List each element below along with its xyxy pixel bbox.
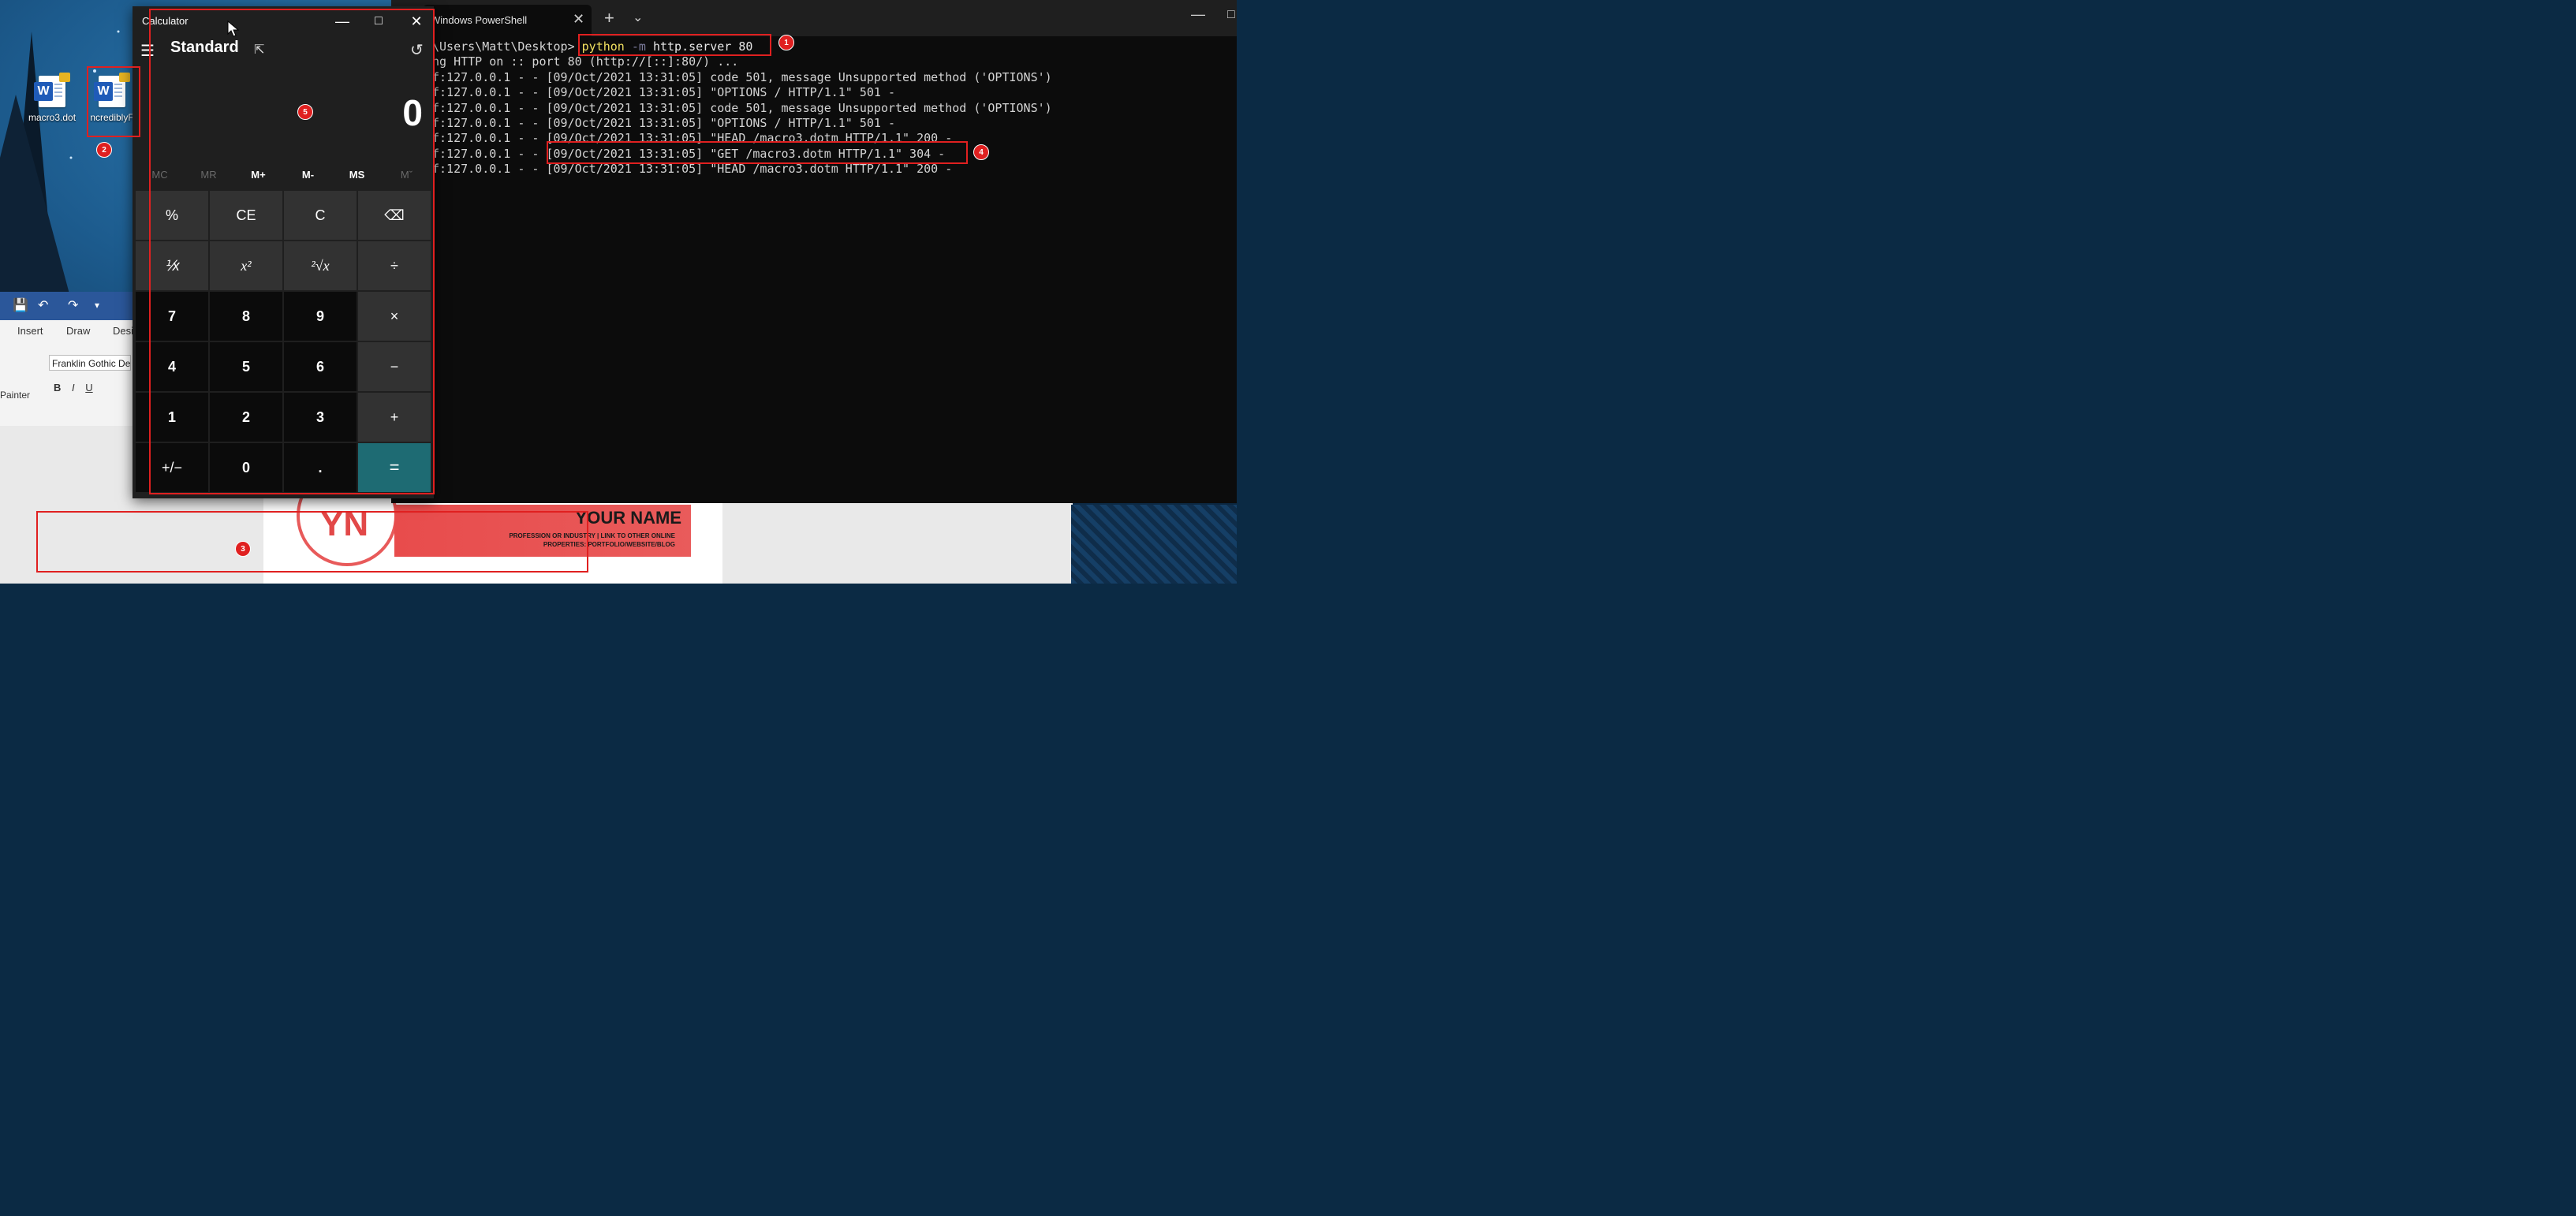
resume-name: YOUR NAME	[575, 508, 681, 528]
customize-qat-icon[interactable]: ▾	[95, 300, 99, 311]
underline-button[interactable]: U	[85, 382, 92, 394]
bold-button[interactable]: B	[54, 382, 61, 394]
annotation-badge: 1	[778, 35, 794, 50]
powershell-window: Windows PowerShell ✕ + ⌄ — □ \Users\Matt…	[391, 0, 1237, 503]
annotation-box-get-request	[547, 141, 968, 164]
output-line: f:127.0.0.1 - - [09/Oct/2021 13:31:05] c…	[432, 69, 1052, 84]
redo-icon[interactable]: ↷	[68, 297, 78, 313]
format-painter-label[interactable]: Painter	[0, 390, 30, 401]
terminal-tab-bar: Windows PowerShell ✕ + ⌄ — □	[391, 0, 1237, 36]
italic-button[interactable]: I	[72, 382, 75, 394]
desktop-icon-label: macro3.dotm	[28, 112, 76, 123]
save-icon[interactable]: 💾	[13, 297, 28, 313]
word-window: 💾 ↶ ↷ ▾ Insert Draw Desi Franklin Gothic…	[0, 292, 134, 426]
terminal-tab[interactable]: Windows PowerShell ✕	[423, 5, 592, 36]
desktop-icon-macro3[interactable]: W macro3.dotm	[28, 73, 76, 123]
annotation-badge: 4	[973, 144, 989, 160]
annotation-badge: 2	[96, 142, 112, 158]
output-line: f:127.0.0.1 - - [09/Oct/2021 13:31:05] c…	[432, 100, 1052, 115]
output-line: f:127.0.0.1 - - [09/Oct/2021 13:31:05] "…	[432, 85, 895, 100]
undo-icon[interactable]: ↶	[38, 297, 48, 313]
format-buttons: B I U	[54, 382, 101, 394]
font-name-input[interactable]: Franklin Gothic Dе	[49, 355, 131, 371]
background-photo	[1071, 505, 1237, 584]
prompt: \Users\Matt\Desktop>	[432, 39, 582, 54]
lock-icon	[59, 73, 70, 82]
annotation-badge: 5	[297, 104, 313, 120]
output-line: ng HTTP on :: port 80 (http://[::]:80/) …	[432, 54, 739, 69]
tree-silhouette	[0, 30, 120, 300]
maximize-icon[interactable]: □	[1227, 8, 1235, 22]
output-line: f:127.0.0.1 - - [09/Oct/2021 13:31:05] "…	[432, 162, 953, 177]
word-quick-access-toolbar: 💾 ↶ ↷ ▾	[0, 292, 134, 320]
annotation-box-command	[578, 34, 771, 56]
output-line: f:127.0.0.1 - - [09/Oct/2021 13:31:05] "…	[432, 116, 895, 131]
terminal-tab-title: Windows PowerShell	[431, 14, 528, 26]
chevron-down-icon[interactable]: ⌄	[633, 9, 643, 25]
tab-design[interactable]: Desi	[113, 325, 133, 337]
annotation-box-document	[36, 511, 588, 573]
word-ribbon-tabs: Insert Draw Desi	[0, 323, 134, 341]
tab-draw[interactable]: Draw	[66, 325, 90, 337]
word-document-icon: W	[34, 73, 70, 107]
annotation-box-calculator	[149, 9, 435, 494]
annotation-badge: 3	[235, 541, 251, 557]
minimize-icon[interactable]: —	[1191, 6, 1205, 23]
tab-insert[interactable]: Insert	[17, 325, 43, 337]
new-tab-icon[interactable]: +	[604, 8, 614, 28]
close-tab-icon[interactable]: ✕	[573, 11, 584, 28]
annotation-box-icon	[87, 66, 140, 137]
